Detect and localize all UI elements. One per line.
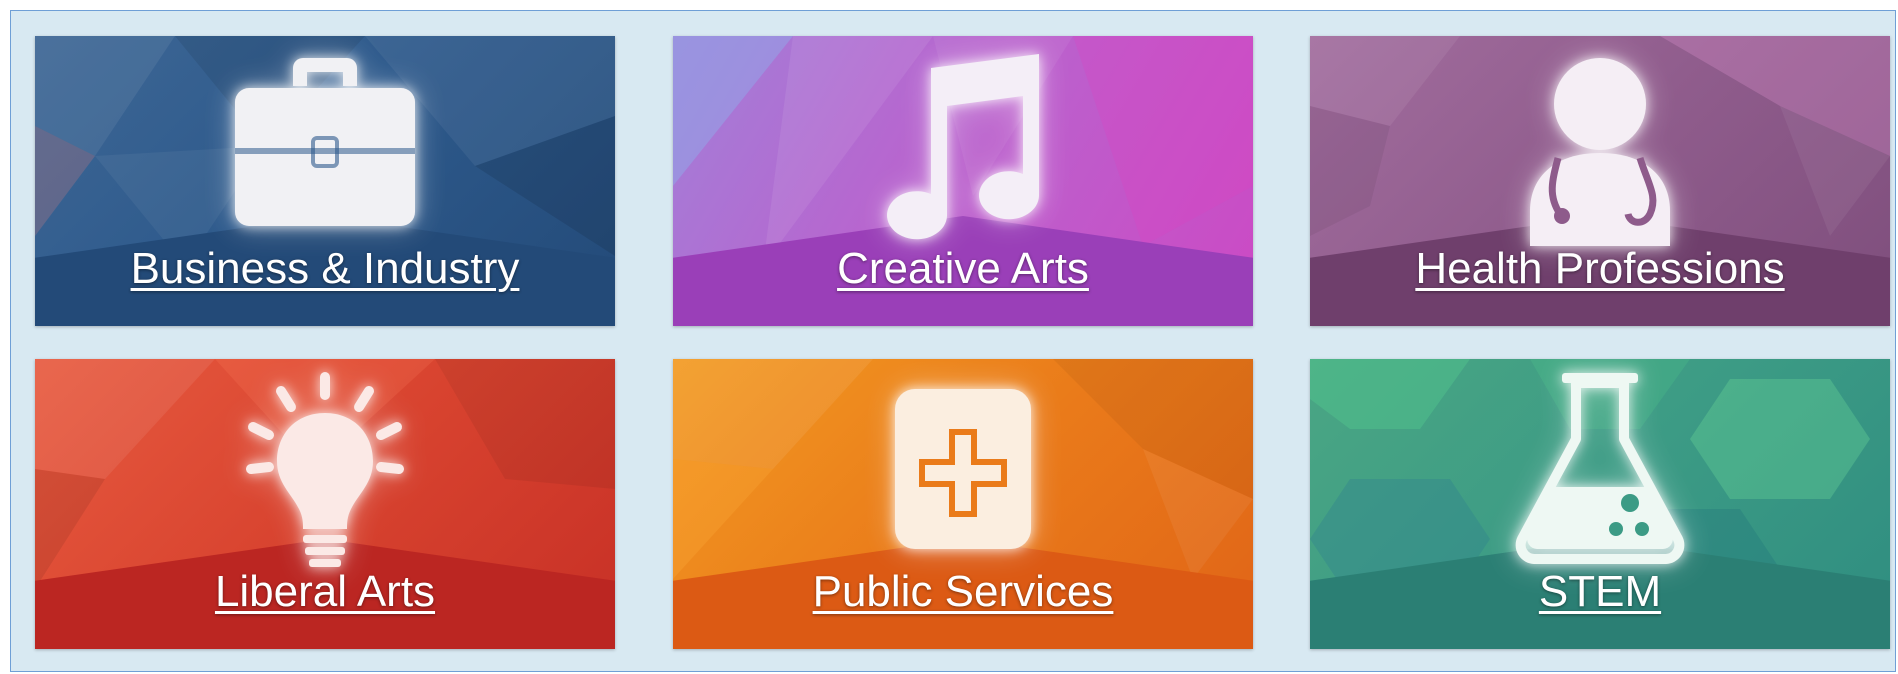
- tile-business-industry[interactable]: Business & Industry: [35, 36, 615, 326]
- tile-label[interactable]: STEM: [1310, 567, 1890, 617]
- doctor-icon: [1530, 58, 1670, 246]
- tile-label[interactable]: Creative Arts: [673, 244, 1253, 294]
- briefcase-icon: [235, 58, 415, 226]
- tile-stem[interactable]: STEM: [1310, 359, 1890, 649]
- tile-health-professions[interactable]: Health Professions: [1310, 36, 1890, 326]
- music-note-icon: [887, 54, 1039, 240]
- tile-label[interactable]: Liberal Arts: [35, 567, 615, 617]
- flask-icon: [1515, 373, 1685, 564]
- lightbulb-icon: [246, 372, 404, 567]
- tile-public-services[interactable]: Public Services: [673, 359, 1253, 649]
- tile-creative-arts[interactable]: Creative Arts: [673, 36, 1253, 326]
- first-aid-icon: [895, 389, 1031, 549]
- tile-liberal-arts[interactable]: Liberal Arts: [35, 359, 615, 649]
- tile-label[interactable]: Business & Industry: [35, 244, 615, 294]
- tile-label[interactable]: Public Services: [673, 567, 1253, 617]
- pathways-panel: Business & Industry Creative Arts Health…: [10, 10, 1896, 672]
- tile-label[interactable]: Health Professions: [1310, 244, 1890, 294]
